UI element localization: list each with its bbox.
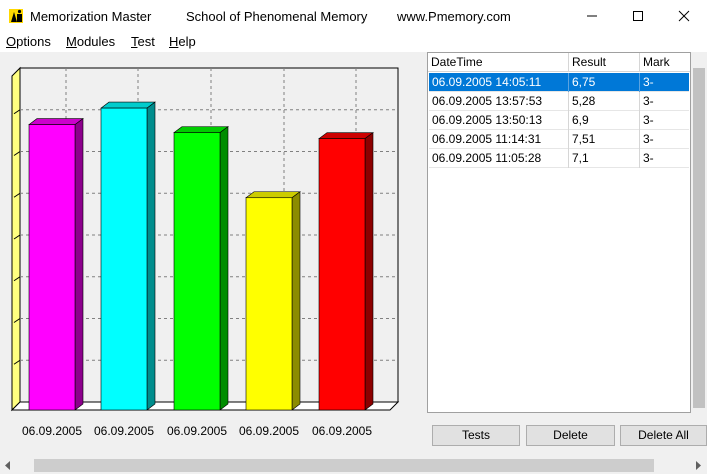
bar [28, 124, 76, 411]
table-row[interactable]: 06.09.2005 11:14:31 7,51 3- [429, 130, 689, 149]
x-tick-label: 06.09.2005 [22, 424, 82, 438]
scroll-left-arrow-icon[interactable] [4, 461, 12, 470]
bar-top [318, 132, 374, 139]
bar-side [146, 101, 156, 411]
table-row[interactable]: 06.09.2005 11:05:28 7,1 3- [429, 149, 689, 168]
bar-chart: 06.09.2005 06.09.2005 06.09.2005 06.09.2005… [10, 66, 400, 438]
list-vertical-scrollbar[interactable] [691, 52, 707, 413]
bar [100, 107, 148, 411]
cell-mark: 3- [643, 113, 654, 127]
window-title-app: Memorization Master [30, 9, 152, 24]
column-header-datetime[interactable]: DateTime [428, 53, 569, 72]
cell-result: 7,51 [569, 130, 640, 149]
app-window: Memorization Master School of Phenomenal… [0, 0, 707, 474]
bar-top [173, 126, 229, 133]
table-row[interactable]: 06.09.2005 14:05:11 6,75 3- [429, 73, 689, 92]
bar-side [291, 191, 301, 411]
menu-modules[interactable]: Modules [66, 34, 115, 49]
cell-result: 6,75 [569, 73, 640, 92]
cell-mark: 3- [643, 75, 654, 89]
minimize-button[interactable] [569, 0, 615, 32]
x-tick-label: 06.09.2005 [239, 424, 299, 438]
cell-datetime: 06.09.2005 14:05:11 [429, 73, 569, 92]
cell-result: 7,1 [569, 149, 640, 168]
bar-side [74, 117, 84, 411]
menu-help[interactable]: Help [169, 34, 196, 49]
cell-mark: 3- [643, 94, 654, 108]
list-header: DateTime Result Mark [428, 53, 690, 72]
bar-top [100, 101, 156, 109]
bar [173, 132, 221, 411]
x-tick-label: 06.09.2005 [312, 424, 372, 438]
bar [245, 197, 293, 411]
results-list[interactable]: DateTime Result Mark 06.09.2005 14:05:11… [427, 52, 691, 413]
menu-options[interactable]: Options [6, 34, 51, 49]
bar-top [28, 118, 84, 125]
list-scroll-thumb[interactable] [693, 68, 705, 408]
menu-bar: Options Modules Test Help [0, 32, 707, 52]
close-icon [678, 10, 690, 22]
results-chart: 06.09.2005 06.09.2005 06.09.2005 06.09.2005… [0, 52, 420, 447]
x-tick-label: 06.09.2005 [94, 424, 154, 438]
horizontal-scrollbar[interactable] [0, 457, 707, 474]
column-header-result[interactable]: Result [569, 53, 640, 72]
tests-button[interactable]: Tests [432, 425, 520, 446]
menu-test-label: est [137, 34, 155, 49]
cell-datetime: 06.09.2005 13:50:13 [429, 111, 569, 130]
table-row[interactable]: 06.09.2005 13:50:13 6,9 3- [429, 111, 689, 130]
chart-left-wall [11, 66, 21, 412]
bar [318, 138, 366, 411]
app-icon [9, 9, 23, 23]
delete-button[interactable]: Delete [526, 425, 615, 446]
menu-help-label: elp [178, 34, 196, 49]
cell-result: 5,28 [569, 92, 640, 111]
cell-result: 6,9 [569, 111, 640, 130]
cell-datetime: 06.09.2005 11:14:31 [429, 130, 569, 149]
maximize-icon [633, 11, 643, 21]
menu-options-label: ptions [16, 34, 51, 49]
x-tick-label: 06.09.2005 [167, 424, 227, 438]
horizontal-scroll-thumb[interactable] [34, 459, 654, 472]
bar-side [364, 132, 374, 411]
menu-help-accel: H [169, 34, 179, 49]
cell-mark: 3- [643, 151, 654, 165]
close-button[interactable] [661, 0, 707, 32]
menu-modules-accel: M [66, 34, 77, 49]
scroll-right-arrow-icon[interactable] [694, 461, 702, 470]
cell-datetime: 06.09.2005 13:57:53 [429, 92, 569, 111]
bar-top [245, 191, 301, 199]
cell-mark: 3- [643, 132, 654, 146]
cell-datetime: 06.09.2005 11:05:28 [429, 149, 569, 168]
maximize-button[interactable] [615, 0, 661, 32]
window-title-url: www.Pmemory.com [397, 9, 511, 24]
table-row[interactable]: 06.09.2005 13:57:53 5,28 3- [429, 92, 689, 111]
menu-test[interactable]: Test [131, 34, 155, 49]
minimize-icon [587, 15, 597, 17]
delete-all-button[interactable]: Delete All [620, 425, 707, 446]
menu-modules-label: odules [76, 34, 116, 49]
column-header-mark[interactable]: Mark [640, 53, 690, 72]
title-bar[interactable]: Memorization Master School of Phenomenal… [0, 0, 707, 32]
menu-options-accel: O [6, 34, 17, 49]
bar-side [219, 126, 229, 411]
window-title-school: School of Phenomenal Memory [186, 9, 368, 24]
